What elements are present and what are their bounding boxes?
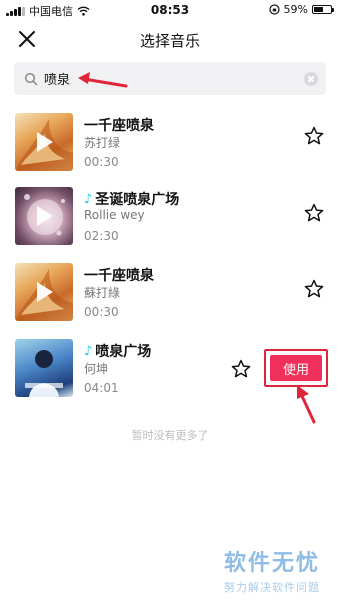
song-duration: 00:30 <box>84 155 119 169</box>
use-button[interactable]: 使用 <box>270 355 322 381</box>
music-note-icon: ♪ <box>84 343 93 359</box>
favorite-star-icon[interactable] <box>304 279 324 299</box>
search-input[interactable] <box>44 62 294 95</box>
song-item[interactable]: 一千座喷泉 苏打绿 00:30 <box>0 113 340 189</box>
album-cover[interactable] <box>15 113 73 171</box>
album-cover[interactable] <box>15 187 73 245</box>
song-artist: 何坤 <box>84 362 109 376</box>
favorite-star-icon[interactable] <box>304 203 324 223</box>
song-title: ♪ 圣诞喷泉广场 <box>84 191 180 209</box>
music-note-icon: ♪ <box>84 191 93 207</box>
play-icon[interactable] <box>37 132 53 152</box>
battery-icon <box>312 5 334 14</box>
song-title: 一千座喷泉 <box>84 268 154 284</box>
song-title: ♪ 喷泉广场 <box>84 343 152 361</box>
status-bar: 中国电信 08:53 59% <box>0 0 340 20</box>
favorite-star-icon[interactable] <box>304 126 324 146</box>
search-icon <box>24 72 38 86</box>
annotation-highlight-box: 使用 <box>264 349 328 387</box>
song-item[interactable]: ♪ 圣诞喷泉广场 Rollie wey 02:30 <box>0 187 340 263</box>
watermark-title: 软件无忧 <box>223 551 320 576</box>
song-duration: 04:01 <box>84 381 119 395</box>
song-duration: 02:30 <box>84 229 119 243</box>
watermark-subtitle: 努力解决软件问题 <box>223 581 320 594</box>
search-box <box>14 62 326 95</box>
play-icon[interactable] <box>37 282 53 302</box>
page-title: 选择音乐 <box>139 32 200 50</box>
song-duration: 00:30 <box>84 305 119 319</box>
empty-list-text: 暂时没有更多了 <box>131 429 209 442</box>
album-cover[interactable] <box>15 263 73 321</box>
clear-search-icon[interactable] <box>304 72 318 86</box>
battery-percent: 59% <box>283 3 308 16</box>
rotation-lock-icon <box>268 4 280 15</box>
song-artist: 蘇打綠 <box>84 286 121 300</box>
play-icon[interactable] <box>37 206 53 226</box>
nav-bar: 选择音乐 <box>0 20 340 60</box>
song-title: 一千座喷泉 <box>84 118 154 134</box>
favorite-star-icon[interactable] <box>231 359 251 379</box>
song-item[interactable]: 一千座喷泉 蘇打綠 00:30 <box>0 263 340 339</box>
song-artist: Rollie wey <box>84 208 145 222</box>
watermark: 软件无忧 努力解决软件问题 <box>224 545 320 595</box>
song-artist: 苏打绿 <box>84 136 121 150</box>
album-cover[interactable] <box>15 339 73 397</box>
